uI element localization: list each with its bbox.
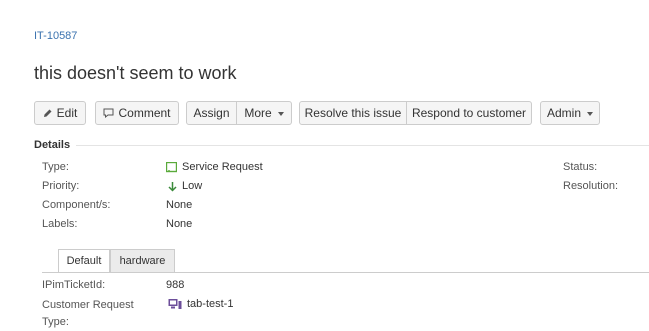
customer-request-type-label: Customer Request (42, 299, 134, 311)
resolve-label: Resolve this issue (304, 106, 402, 120)
chevron-down-icon (587, 111, 593, 116)
assign-label: Assign (193, 106, 230, 120)
priority-value-text: Low (182, 180, 203, 192)
customer-request-type-value: tab-test-1 (168, 298, 233, 310)
more-label: More (244, 106, 272, 120)
components-value[interactable]: None (166, 199, 192, 211)
tab-default-label: Default (66, 255, 102, 267)
issue-title[interactable]: this doesn't seem to work (34, 63, 237, 84)
monitor-icon (168, 299, 182, 309)
customer-request-type-value-text: tab-test-1 (187, 298, 234, 310)
tab-hardware[interactable]: hardware (110, 249, 175, 273)
edit-label: Edit (56, 106, 78, 120)
respond-to-customer-button[interactable]: Respond to customer (407, 101, 532, 125)
priority-label: Priority: (42, 180, 80, 192)
comment-button[interactable]: Comment (95, 101, 179, 125)
tabs-divider (42, 272, 649, 273)
tab-hardware-label: hardware (119, 255, 166, 267)
respond-label: Respond to customer (411, 106, 527, 120)
service-request-icon (166, 161, 177, 172)
issue-key-link[interactable]: IT-10587 (34, 30, 77, 42)
ipim-ticket-id-label: IPimTicketId: (42, 279, 106, 291)
more-button[interactable]: More (237, 101, 292, 125)
admin-label: Admin (546, 106, 581, 120)
assign-button[interactable]: Assign (186, 101, 237, 125)
resolution-label: Resolution: (563, 180, 619, 192)
arrow-down-icon (168, 181, 177, 192)
type-label: Type: (42, 161, 69, 173)
type-value: Service Request (166, 161, 263, 173)
ipim-ticket-id-value: 988 (166, 279, 185, 291)
type-value-text: Service Request (182, 161, 263, 173)
labels-value[interactable]: None (166, 218, 192, 230)
priority-value: Low (168, 180, 202, 192)
customer-request-type-label-cont: Type: (42, 316, 69, 328)
labels-label: Labels: (42, 218, 78, 230)
resolve-issue-button[interactable]: Resolve this issue (299, 101, 407, 125)
details-divider (76, 145, 649, 146)
edit-button[interactable]: Edit (34, 101, 86, 125)
admin-button[interactable]: Admin (540, 101, 600, 125)
pencil-icon (43, 109, 52, 117)
status-label: Status: (563, 161, 598, 173)
comment-icon (103, 108, 114, 118)
tab-default[interactable]: Default (58, 249, 110, 273)
details-heading[interactable]: Details (34, 139, 70, 151)
comment-label: Comment (118, 106, 171, 120)
components-label: Component/s: (42, 199, 111, 211)
chevron-down-icon (277, 111, 284, 116)
